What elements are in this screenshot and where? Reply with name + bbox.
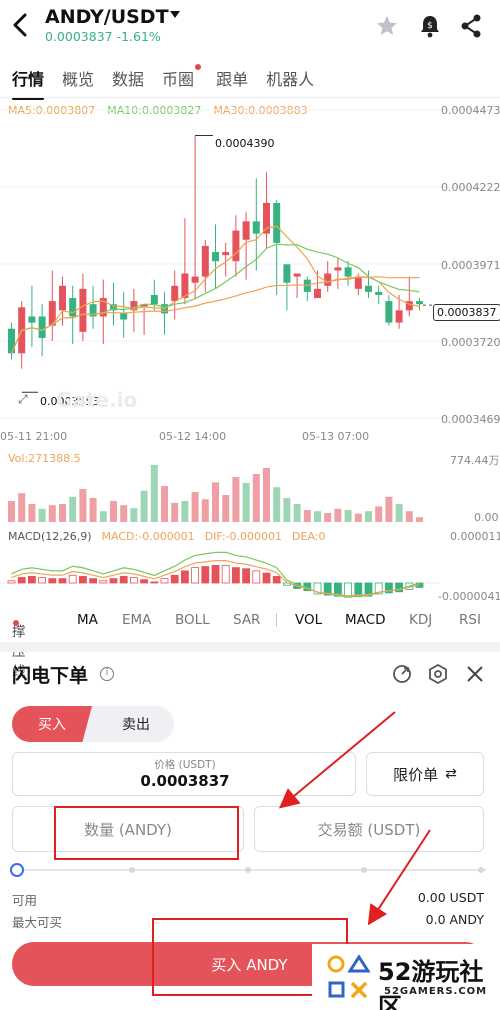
logo-small-text: 52GAMERS.COM bbox=[384, 986, 488, 997]
gamepad-symbols-icon bbox=[327, 954, 371, 999]
annotation-arrows bbox=[278, 711, 431, 926]
site-watermark-logo: 52游玩社区 52GAMERS.COM bbox=[312, 944, 500, 1010]
logo-big-text: 52游玩社区 bbox=[378, 958, 484, 1010]
arrow-to-quantity bbox=[278, 711, 396, 809]
arrow-to-buy bbox=[367, 829, 431, 926]
